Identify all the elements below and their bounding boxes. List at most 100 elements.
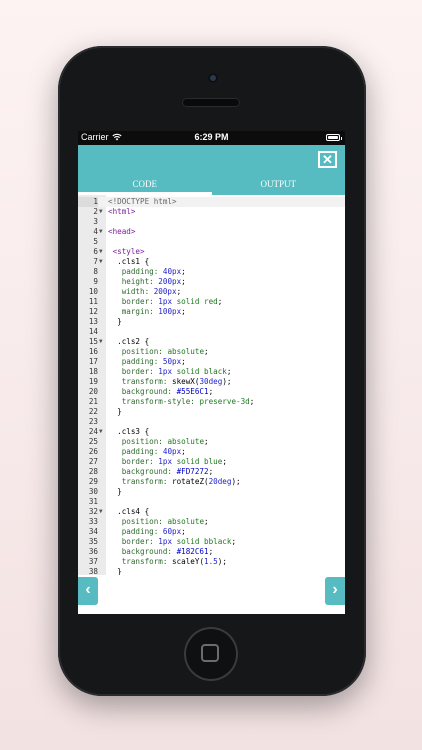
code-line[interactable]: 30 } [78,487,345,497]
line-number: 15 [88,337,98,346]
code-token: width: [108,287,154,296]
code-text: background: #FD7272; [108,467,213,477]
code-line[interactable]: 13 } [78,317,345,327]
code-text: <style> [108,247,145,257]
fold-toggle-icon[interactable]: ▼ [99,227,106,237]
code-line[interactable]: 19 transform: skewX(30deg); [78,377,345,387]
line-number: 16 [88,347,98,356]
code-line[interactable]: 5 [78,237,345,247]
code-token: 60px [162,527,182,536]
code-line[interactable]: 21 transform-style: preserve-3d; [78,397,345,407]
fold-toggle-icon[interactable]: ▼ [99,507,106,517]
code-line[interactable]: 26 padding: 40px; [78,447,345,457]
line-number: 35 [88,537,98,546]
code-token: } [108,407,122,416]
code-line[interactable]: 3 [78,217,345,227]
line-number: 26 [88,447,98,456]
code-line[interactable]: 9 height: 200px; [78,277,345,287]
code-line[interactable]: 38 } [78,567,345,575]
code-line[interactable]: 34 padding: 60px; [78,527,345,537]
previous-button[interactable]: ‹ [78,577,98,605]
code-token: 1px [158,367,173,376]
clock: 6:29 PM [194,132,229,142]
code-line[interactable]: 4 ▼ <head> [78,227,345,237]
code-line[interactable]: 35 border: 1px solid bblack; [78,537,345,547]
home-button[interactable] [184,627,238,681]
close-button[interactable]: ✕ [318,151,337,168]
code-token: <html> [108,207,136,216]
line-number: 33 [88,517,98,526]
code-text: padding: 40px; [108,267,186,277]
code-line[interactable]: 1 <!DOCTYPE html> [78,197,345,207]
fold-toggle-icon[interactable]: ▼ [99,207,106,217]
code-line[interactable]: 25 position: absolute; [78,437,345,447]
code-token: rotateZ( [172,477,209,486]
code-line[interactable]: 2 ▼ <html> [78,207,345,217]
code-editor[interactable]: 1 <!DOCTYPE html> 2 ▼ <html> 3 4 ▼ <head> 5 6 ▼ <st… [78,195,345,575]
code-line[interactable]: 10 width: 200px; [78,287,345,297]
code-text: border: 1px solid black; [108,367,232,377]
code-line[interactable]: 12 margin: 100px; [78,307,345,317]
code-text: } [108,567,122,575]
code-text: border: 1px solid bblack; [108,537,236,547]
code-token: padding: [108,357,163,366]
code-line[interactable]: 32 ▼ .cls4 { [78,507,345,517]
code-line[interactable]: 29 transform: rotateZ(20deg); [78,477,345,487]
fold-toggle-icon[interactable]: ▼ [99,337,106,347]
line-number: 19 [88,377,98,386]
line-number: 5 [93,237,98,246]
tab-output[interactable]: OUTPUT [212,175,346,195]
code-line[interactable]: 31 [78,497,345,507]
code-line[interactable]: 18 border: 1px solid black; [78,367,345,377]
code-token: position: [108,437,168,446]
code-line[interactable]: 15 ▼ .cls2 { [78,337,345,347]
code-token: } [108,567,122,575]
code-line[interactable]: 27 border: 1px solid blue; [78,457,345,467]
code-line[interactable]: 11 border: 1px solid red; [78,297,345,307]
next-button[interactable]: › [325,577,345,605]
code-token: background: [108,547,177,556]
line-number: 7 [93,257,98,266]
line-number: 27 [88,457,98,466]
fold-toggle-icon[interactable]: ▼ [99,427,106,437]
code-text: transform-style: preserve-3d; [108,397,255,407]
line-number: 11 [88,297,98,306]
fold-toggle-icon[interactable]: ▼ [99,247,106,257]
code-token: ; [181,267,186,276]
code-text: position: absolute; [108,437,209,447]
code-token: transform: [108,377,173,386]
earpiece-speaker [182,98,240,107]
code-line[interactable]: 33 position: absolute; [78,517,345,527]
code-line[interactable]: 28 background: #FD7272; [78,467,345,477]
code-line[interactable]: 24 ▼ .cls3 { [78,427,345,437]
code-token: .cls4 { [108,507,150,516]
code-line[interactable]: 8 padding: 40px; [78,267,345,277]
code-text: position: absolute; [108,517,209,527]
code-text: padding: 40px; [108,447,186,457]
code-line[interactable]: 22 } [78,407,345,417]
code-token: scaleY( [172,557,205,566]
code-line[interactable]: 14 [78,327,345,337]
code-line[interactable]: 36 background: #182C61; [78,547,345,557]
code-token: ; [231,537,237,546]
code-line[interactable]: 6 ▼ <style> [78,247,345,257]
code-line[interactable]: 7 ▼ .cls1 { [78,257,345,267]
code-line[interactable]: 16 position: absolute; [78,347,345,357]
fold-toggle-icon[interactable]: ▼ [99,257,106,267]
code-token: solid red [172,297,218,306]
code-line[interactable]: 37 transform: scaleY(1.5); [78,557,345,567]
code-token: transform: [108,477,173,486]
code-line[interactable]: 17 padding: 50px; [78,357,345,367]
code-text: transform: rotateZ(20deg); [108,477,241,487]
tab-code[interactable]: CODE [78,175,212,195]
code-text: border: 1px solid blue; [108,457,227,467]
front-camera [208,73,218,83]
code-text: padding: 50px; [108,357,186,367]
code-token: solid black [172,367,227,376]
code-token: ; [222,457,227,466]
code-text: <!DOCTYPE html> [108,197,177,207]
code-line[interactable]: 20 background: #55E6C1; [78,387,345,397]
code-token: transform: [108,557,173,566]
code-line[interactable]: 23 [78,417,345,427]
code-token: 100px [158,307,182,316]
